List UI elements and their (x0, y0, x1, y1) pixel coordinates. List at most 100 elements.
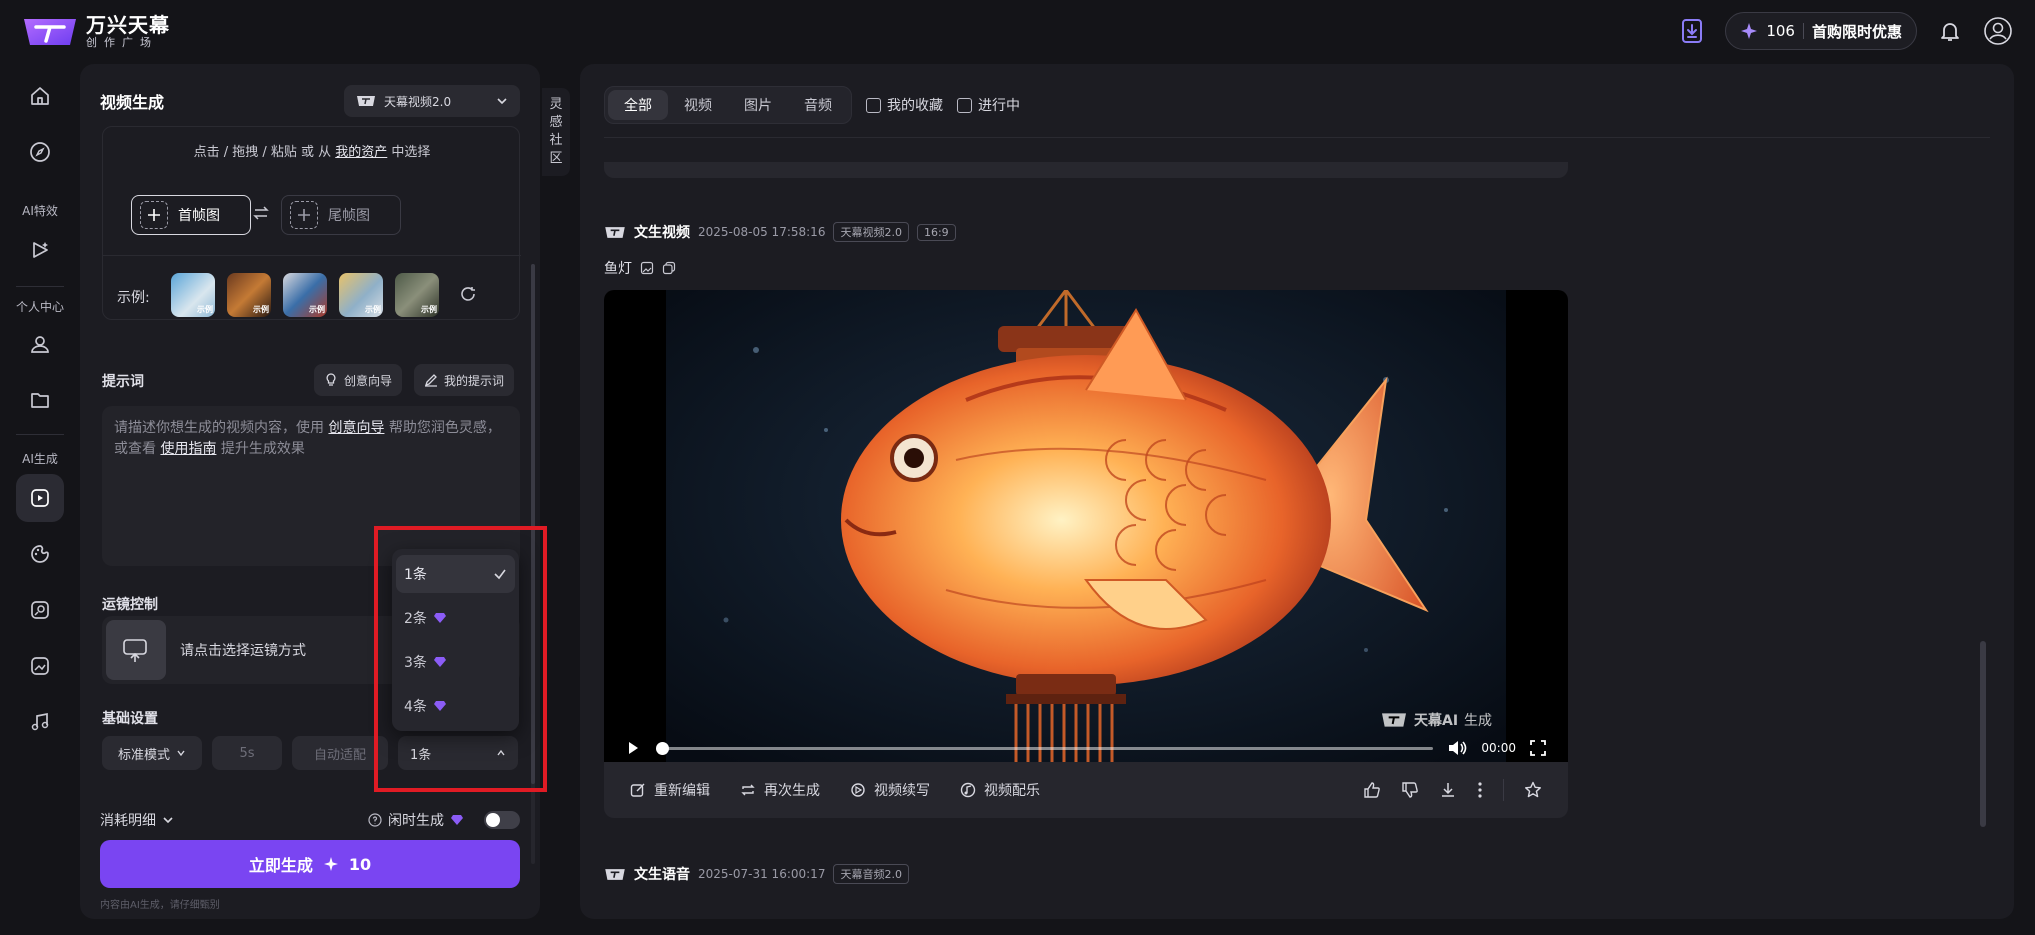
duration-select[interactable]: 5s (212, 736, 282, 770)
camera-control-label: 运镜控制 (102, 597, 158, 613)
in-progress-checkbox[interactable] (957, 97, 972, 113)
folder-icon[interactable] (16, 376, 64, 424)
creative-guide-button[interactable]: 创意向导 (314, 364, 403, 396)
video-controls: 00:00 (604, 734, 1568, 762)
fish-lantern-frame (666, 290, 1506, 762)
idle-generate-toggle[interactable] (484, 811, 520, 829)
bell-icon[interactable] (1935, 16, 1965, 46)
fullscreen-icon[interactable] (1530, 740, 1546, 756)
favorites-filter[interactable]: 我的收藏 (866, 95, 943, 115)
help-icon[interactable] (368, 813, 382, 827)
tab-video[interactable]: 视频 (668, 90, 728, 120)
favorites-checkbox[interactable] (866, 97, 881, 113)
camera-placeholder: 请点击选择运镜方式 (180, 643, 306, 659)
cost-detail-toggle[interactable]: 消耗明细 (100, 810, 174, 830)
creative-guide-link[interactable]: 创意向导 (328, 420, 384, 436)
video-watermark: 天幕AI 生成 (1380, 710, 1492, 730)
video-gen-icon[interactable] (16, 474, 64, 522)
thumbs-down-icon[interactable] (1401, 781, 1419, 799)
ai-effects-icon[interactable] (16, 226, 64, 274)
divider (103, 255, 521, 256)
basic-settings-label: 基础设置 (102, 711, 158, 727)
model-tag: 天幕视频2.0 (833, 222, 909, 242)
video-progress-bar[interactable] (655, 741, 1434, 755)
music-icon (960, 782, 976, 798)
first-frame-label: 首帧图 (178, 208, 220, 224)
refresh-icon[interactable] (459, 285, 477, 303)
example-thumb-1[interactable]: 示例 (171, 273, 215, 317)
credits-pill[interactable]: 106 首购限时优惠 (1725, 12, 1917, 50)
download-app-icon[interactable] (1677, 16, 1707, 46)
prompt-label: 提示词 (102, 374, 144, 390)
top-bar: 万兴天幕 创作广场 106 首购限时优惠 (0, 0, 2035, 64)
results-panel: 全部 视频 图片 音频 我的收藏 进行中 文生视频 2025-08-05 17:… (580, 64, 2014, 919)
guide-link[interactable]: 使用指南 (160, 441, 216, 457)
image-icon[interactable] (640, 261, 654, 275)
camera-move-icon (106, 620, 166, 680)
chevron-down-icon (177, 750, 185, 757)
re-edit-button[interactable]: 重新编辑 (630, 780, 710, 800)
idle-generate-label: 闲时生成 (388, 813, 444, 829)
ai-disclaimer: 内容由AI生成，请仔细甄别 (100, 900, 220, 911)
home-icon[interactable] (16, 72, 64, 120)
result-time: 2025-08-05 17:58:16 (698, 225, 826, 239)
result-time: 2025-07-31 16:00:17 (698, 867, 826, 881)
generate-button[interactable]: 立即生成 10 (100, 840, 520, 888)
examples-label: 示例: (117, 290, 150, 306)
in-progress-filter[interactable]: 进行中 (957, 95, 1020, 115)
model-select[interactable]: 天幕视频2.0 (344, 85, 520, 117)
last-frame-button[interactable]: 尾帧图 (281, 195, 401, 235)
watermark-logo-icon (1382, 713, 1406, 727)
repeat-icon (741, 784, 755, 796)
video-action-bar: 重新编辑 再次生成 视频续写 视频配乐 (604, 762, 1568, 818)
example-thumb-5[interactable]: 示例 (395, 273, 439, 317)
music-icon[interactable] (16, 698, 64, 746)
thumbs-up-icon[interactable] (1363, 781, 1381, 799)
regenerate-button[interactable]: 再次生成 (740, 780, 820, 800)
avatar[interactable] (1983, 16, 2013, 46)
cost-row: 消耗明细 闲时生成 (100, 808, 520, 832)
image-gen-icon[interactable] (16, 530, 64, 578)
app-logo[interactable]: 万兴天幕 创作广场 (22, 14, 170, 50)
copy-icon[interactable] (662, 261, 676, 275)
logo-mark-icon (24, 19, 76, 45)
rail-divider (16, 286, 64, 287)
example-thumb-3[interactable]: 示例 (283, 273, 327, 317)
first-frame-button[interactable]: 首帧图 (131, 195, 251, 235)
inspiration-community-tab[interactable]: 灵 感 社 区 (542, 88, 570, 176)
image-edit-icon[interactable] (16, 586, 64, 634)
more-icon[interactable] (1477, 781, 1483, 799)
example-thumb-2[interactable]: 示例 (227, 273, 271, 317)
tab-image[interactable]: 图片 (728, 90, 788, 120)
tab-audio[interactable]: 音频 (788, 90, 848, 120)
my-prompts-button[interactable]: 我的提示词 (414, 364, 515, 396)
compass-icon[interactable] (16, 128, 64, 176)
credits-count: 106 (1766, 22, 1795, 40)
mode-select[interactable]: 标准模式 (102, 736, 202, 770)
swap-icon[interactable] (253, 205, 269, 221)
star-icon[interactable] (1524, 781, 1542, 799)
volume-icon[interactable] (1447, 739, 1467, 757)
video-extend-button[interactable]: 视频续写 (850, 780, 930, 800)
video-music-button[interactable]: 视频配乐 (960, 780, 1040, 800)
image-to-image-icon[interactable] (16, 642, 64, 690)
result-title: 文生视频 (634, 225, 690, 241)
rail-divider (16, 434, 64, 435)
credits-divider (1802, 23, 1804, 39)
rail-section-ai-gen: AI生成 (22, 452, 58, 466)
tab-all[interactable]: 全部 (608, 90, 668, 120)
results-scrollbar[interactable] (1980, 641, 1986, 827)
my-assets-link[interactable]: 我的资产 (335, 145, 387, 160)
user-icon[interactable] (16, 320, 64, 368)
download-icon[interactable] (1439, 781, 1457, 799)
example-thumb-4[interactable]: 示例 (339, 273, 383, 317)
rail-section-ai-effects: AI特效 (22, 204, 58, 218)
edit-icon (424, 374, 437, 387)
result-title: 文生语音 (634, 867, 690, 883)
play-icon[interactable] (626, 741, 640, 755)
video-player[interactable]: 天幕AI 生成 00:00 (604, 290, 1568, 762)
model-logo-icon (605, 868, 625, 880)
divider (604, 137, 1990, 138)
promo-link[interactable]: 首购限时优惠 (1812, 21, 1902, 42)
frame-upload-area[interactable]: 点击 / 拖拽 / 粘贴 或 从 我的资产 中选择 首帧图 尾帧图 示例: 示例… (102, 126, 521, 320)
